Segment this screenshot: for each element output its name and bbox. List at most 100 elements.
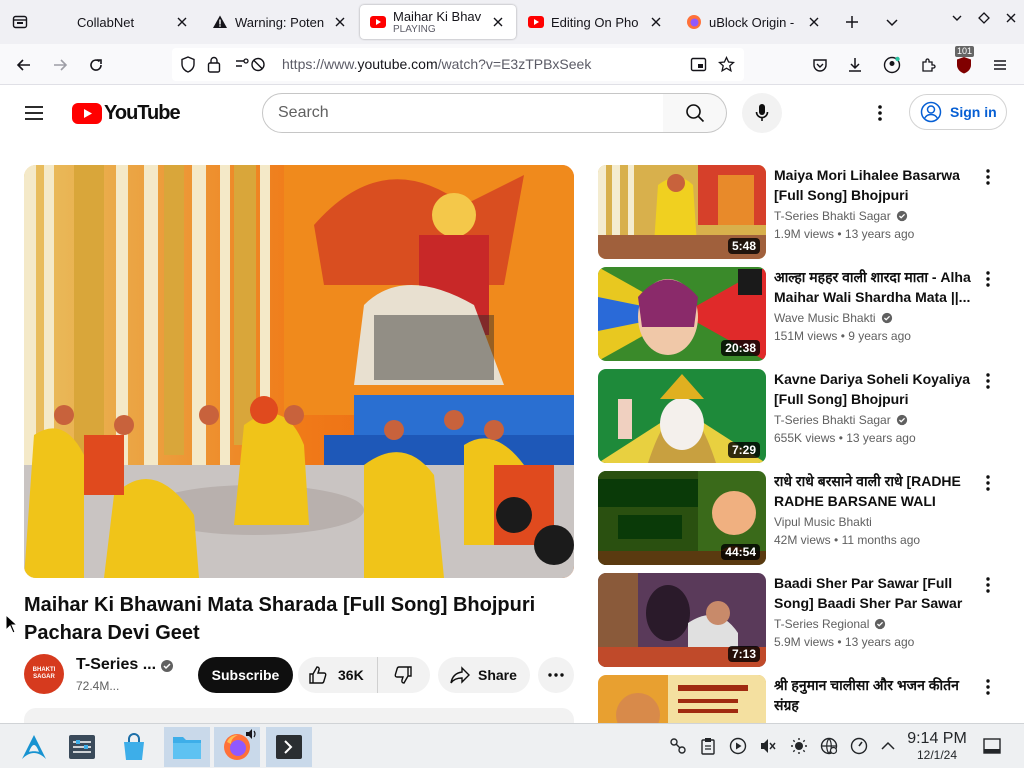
bookmark-star-icon[interactable]: [718, 56, 735, 73]
dislike-button[interactable]: [378, 657, 428, 693]
picture-in-picture-icon[interactable]: [690, 56, 707, 73]
settings-panel-icon: [69, 735, 95, 759]
browser-tab[interactable]: CollabNet: [44, 5, 200, 39]
minimize-icon[interactable]: [951, 12, 963, 32]
clock-time: 9:14 PM: [907, 730, 967, 747]
firefox-taskbar-button[interactable]: [214, 727, 260, 767]
permissions-icon[interactable]: [234, 56, 266, 73]
video-thumbnail[interactable]: 5:48: [598, 165, 766, 259]
close-icon[interactable]: [174, 14, 190, 30]
close-window-icon[interactable]: [1005, 12, 1017, 32]
lock-icon[interactable]: [207, 56, 221, 73]
browser-tab[interactable]: Warning: Poten: [202, 5, 358, 39]
pocket-icon: [813, 59, 827, 72]
more-vertical-icon[interactable]: [980, 369, 996, 393]
browser-tab[interactable]: uBlock Origin -: [676, 5, 832, 39]
list-all-tabs-button[interactable]: [870, 0, 914, 44]
downloads-button[interactable]: [842, 52, 868, 78]
more-actions-button[interactable]: [538, 657, 574, 693]
browser-tab[interactable]: Editing On Pho: [518, 5, 674, 39]
video-thumbnail[interactable]: 7:13: [598, 573, 766, 667]
file-manager-button[interactable]: [164, 727, 210, 767]
tab-overview-button[interactable]: [0, 0, 40, 44]
recommendation-title: श्री हनुमान चालीसा और भजन कीर्तन संग्रह: [774, 677, 959, 713]
reload-button[interactable]: [83, 52, 109, 78]
back-button[interactable]: [11, 52, 37, 78]
youtube-icon: [528, 14, 544, 30]
view-count: 151M views: [774, 329, 838, 343]
network-globe-icon[interactable]: [819, 736, 839, 756]
network-connections-icon[interactable]: [668, 736, 688, 756]
account-icon: [883, 56, 901, 74]
address-bar[interactable]: https://www.youtube.com/watch?v=E3zTPBxS…: [172, 48, 744, 81]
chevron-down-icon: [886, 19, 898, 27]
close-icon[interactable]: [806, 14, 822, 30]
recommendation-item[interactable]: श्री हनुमान चालीसा और भजन कीर्तन संग्रह: [598, 675, 1008, 723]
tab-title: CollabNet: [77, 14, 135, 30]
app-menu-button[interactable]: [987, 52, 1013, 78]
terminal-button[interactable]: [266, 727, 312, 767]
tab-overview-icon: [12, 15, 28, 29]
more-vertical-icon[interactable]: [980, 675, 996, 699]
video-duration: 7:29: [727, 442, 760, 458]
close-icon[interactable]: [332, 14, 348, 30]
ublock-button[interactable]: 101: [951, 46, 977, 78]
channel-avatar[interactable]: BHAKTI SAGAR: [24, 654, 64, 694]
subscribe-button[interactable]: Subscribe: [198, 657, 293, 693]
recommendation-item[interactable]: 7:29 Kavne Dariya Soheli Koyaliya [Full …: [598, 369, 1008, 463]
search-input[interactable]: Search: [262, 93, 664, 133]
voice-search-button[interactable]: [742, 93, 782, 133]
recommendation-channel: Wave Music Bhakti: [774, 311, 876, 325]
pocket-button[interactable]: [807, 52, 833, 78]
video-thumbnail[interactable]: 44:54: [598, 471, 766, 565]
media-player-icon[interactable]: [728, 736, 748, 756]
battery-gauge-icon[interactable]: [849, 736, 869, 756]
search-button[interactable]: [663, 93, 727, 133]
account-button[interactable]: [879, 52, 905, 78]
sign-in-button[interactable]: Sign in: [909, 94, 1007, 130]
maximize-icon[interactable]: [978, 12, 990, 32]
recommendation-item[interactable]: 44:54 राधे राधे बरसाने वाली राधे [RADHE …: [598, 471, 1008, 565]
browser-tab-active[interactable]: Maihar Ki Bhav PLAYING: [360, 5, 516, 39]
new-tab-button[interactable]: [834, 0, 870, 44]
share-button[interactable]: Share: [438, 657, 530, 693]
recommendation-item[interactable]: 7:13 Baadi Sher Par Sawar [Full Song] Ba…: [598, 573, 1008, 667]
view-count: 5.9M views: [774, 635, 835, 649]
recommendation-item[interactable]: 5:48 Maiya Mori Lihalee Basarwa [Full So…: [598, 165, 1008, 259]
recommendation-title: राधे राधे बरसाने वाली राधे [RADHE RADHE …: [774, 473, 961, 509]
warning-icon: [212, 14, 228, 30]
video-thumbnail[interactable]: 7:29: [598, 369, 766, 463]
more-vertical-icon[interactable]: [980, 165, 996, 189]
close-icon[interactable]: [490, 14, 506, 30]
extensions-button[interactable]: [915, 52, 941, 78]
recommendation-meta: 151M views • 9 years ago: [774, 329, 911, 343]
show-desktop-icon[interactable]: [982, 736, 1002, 756]
more-vertical-icon[interactable]: [980, 267, 996, 291]
youtube-logo[interactable]: YouTube: [72, 102, 181, 125]
app-launcher-button[interactable]: [14, 727, 54, 767]
clock[interactable]: 9:14 PM 12/1/24: [904, 730, 970, 762]
recommendation-channel-row: Vipul Music Bhakti: [774, 515, 872, 529]
settings-more-button[interactable]: [870, 103, 890, 123]
system-settings-button[interactable]: [62, 727, 102, 767]
more-vertical-icon[interactable]: [980, 573, 996, 597]
volume-muted-icon[interactable]: [758, 736, 778, 756]
close-icon[interactable]: [648, 14, 664, 30]
video-thumbnail[interactable]: [598, 675, 766, 723]
brightness-icon[interactable]: [789, 736, 809, 756]
like-button[interactable]: 36K: [298, 657, 378, 693]
channel-name[interactable]: T-Series ...: [76, 656, 156, 674]
video-player[interactable]: [24, 165, 574, 578]
recommendation-item[interactable]: 20:38 आल्हा महहर वाली शारदा माता - Alha …: [598, 267, 1008, 361]
recommendation-channel: Vipul Music Bhakti: [774, 515, 872, 529]
show-hidden-icons-chevron-up-icon[interactable]: [878, 736, 898, 756]
guide-menu-button[interactable]: [22, 101, 46, 125]
discover-store-button[interactable]: [114, 727, 154, 767]
verified-badge-icon: [896, 414, 908, 426]
forward-button[interactable]: [47, 52, 73, 78]
shield-icon[interactable]: [180, 56, 196, 73]
clipboard-icon[interactable]: [698, 736, 718, 756]
video-thumbnail[interactable]: 20:38: [598, 267, 766, 361]
more-vertical-icon[interactable]: [980, 471, 996, 495]
recommendation-channel-row: T-Series Bhakti Sagar: [774, 413, 908, 427]
